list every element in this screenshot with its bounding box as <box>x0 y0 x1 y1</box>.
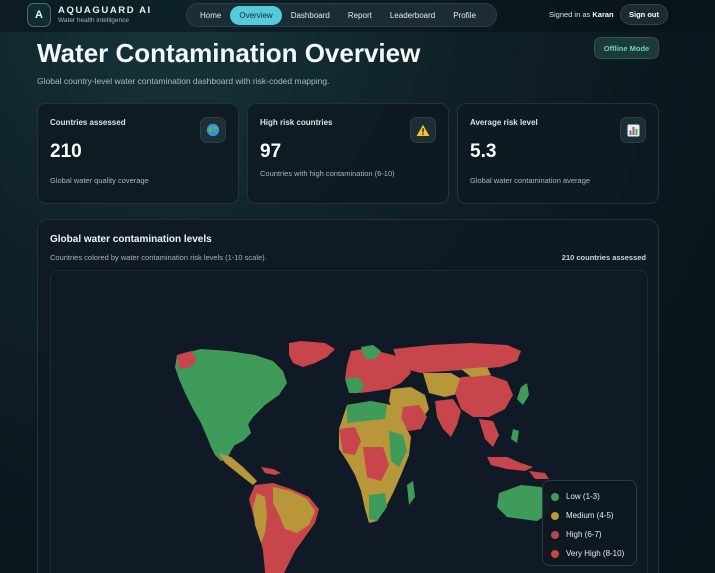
signed-in-status: Signed in as Karan <box>549 10 614 19</box>
legend-label: Very High (8-10) <box>566 549 625 558</box>
stat-label: Countries assessed <box>50 118 126 127</box>
nav-overview[interactable]: Overview <box>230 5 282 25</box>
map-region-philippines <box>511 429 519 443</box>
legend-swatch-medium <box>551 511 559 520</box>
warning-icon <box>410 117 436 143</box>
map-region-china <box>455 375 513 417</box>
map-region-south-africa <box>369 493 387 521</box>
brand-tagline: Water health intelligence <box>58 17 129 24</box>
page-title: Water Contamination Overview <box>37 38 421 68</box>
legend-item-medium: Medium (4-5) <box>551 506 628 525</box>
legend-swatch-very-high <box>551 549 559 558</box>
stat-label: Average risk level <box>470 118 538 127</box>
nav-home[interactable]: Home <box>191 6 230 25</box>
map-legend: Low (1-3) Medium (4-5) High (6-7) Very H… <box>542 480 637 566</box>
stat-value: 97 <box>260 141 282 162</box>
map-region-caribbean <box>261 467 281 475</box>
map-region-japan <box>517 383 529 405</box>
map-region-india <box>435 399 461 437</box>
nav-leaderboard[interactable]: Leaderboard <box>381 6 444 25</box>
legend-item-low: Low (1-3) <box>551 487 628 506</box>
stat-value: 210 <box>50 141 82 162</box>
stat-value: 5.3 <box>470 141 497 162</box>
main-nav: Home Overview Dashboard Report Leaderboa… <box>186 3 497 27</box>
map-title: Global water contamination levels <box>50 234 212 245</box>
map-region-russia <box>393 343 521 373</box>
bar-chart-icon <box>620 117 646 143</box>
stat-card-countries-assessed: Countries assessed 210 Global water qual… <box>37 103 239 204</box>
legend-item-high: High (6-7) <box>551 525 628 544</box>
stat-description: Global water quality coverage <box>50 176 149 185</box>
legend-label: Medium (4-5) <box>566 511 614 520</box>
stat-card-average-risk: Average risk level 5.3 Global water cont… <box>457 103 659 204</box>
map-region-se-asia <box>479 419 499 447</box>
legend-label: High (6-7) <box>566 530 602 539</box>
stat-label: High risk countries <box>260 118 333 127</box>
map-region-indonesia <box>487 457 533 471</box>
nav-report[interactable]: Report <box>339 6 381 25</box>
stat-description: Global water contamination average <box>470 176 591 185</box>
user-name: Karan <box>592 10 614 19</box>
signed-in-label: Signed in as <box>549 10 591 19</box>
nav-dashboard[interactable]: Dashboard <box>282 6 339 25</box>
map-region-madagascar <box>407 481 415 505</box>
page-subtitle: Global country-level water contamination… <box>37 76 330 86</box>
brand[interactable]: A AQUAGUARD AI Water health intelligence <box>27 3 152 27</box>
sign-out-button[interactable]: Sign out <box>620 4 668 25</box>
stat-description: Countries with high contamination (6-10) <box>260 169 395 178</box>
legend-swatch-low <box>551 492 559 501</box>
top-navigation-bar: A AQUAGUARD AI Water health intelligence… <box>0 0 715 32</box>
map-count: 210 countries assessed <box>561 253 646 262</box>
stat-card-high-risk: High risk countries 97 Countries with hi… <box>247 103 449 204</box>
map-region-new-guinea <box>529 471 549 479</box>
map-region-greenland <box>289 341 335 367</box>
nav-profile[interactable]: Profile <box>444 6 485 25</box>
legend-item-very-high: Very High (8-10) <box>551 544 628 563</box>
legend-label: Low (1-3) <box>566 492 600 501</box>
map-subtitle: Countries colored by water contamination… <box>50 253 267 262</box>
offline-mode-badge[interactable]: Offline Mode <box>594 37 659 59</box>
map-region-central-america <box>219 453 257 485</box>
legend-swatch-high <box>551 530 559 539</box>
brand-name: AQUAGUARD AI <box>58 5 152 16</box>
brand-logo: A <box>27 3 51 27</box>
globe-icon <box>200 117 226 143</box>
